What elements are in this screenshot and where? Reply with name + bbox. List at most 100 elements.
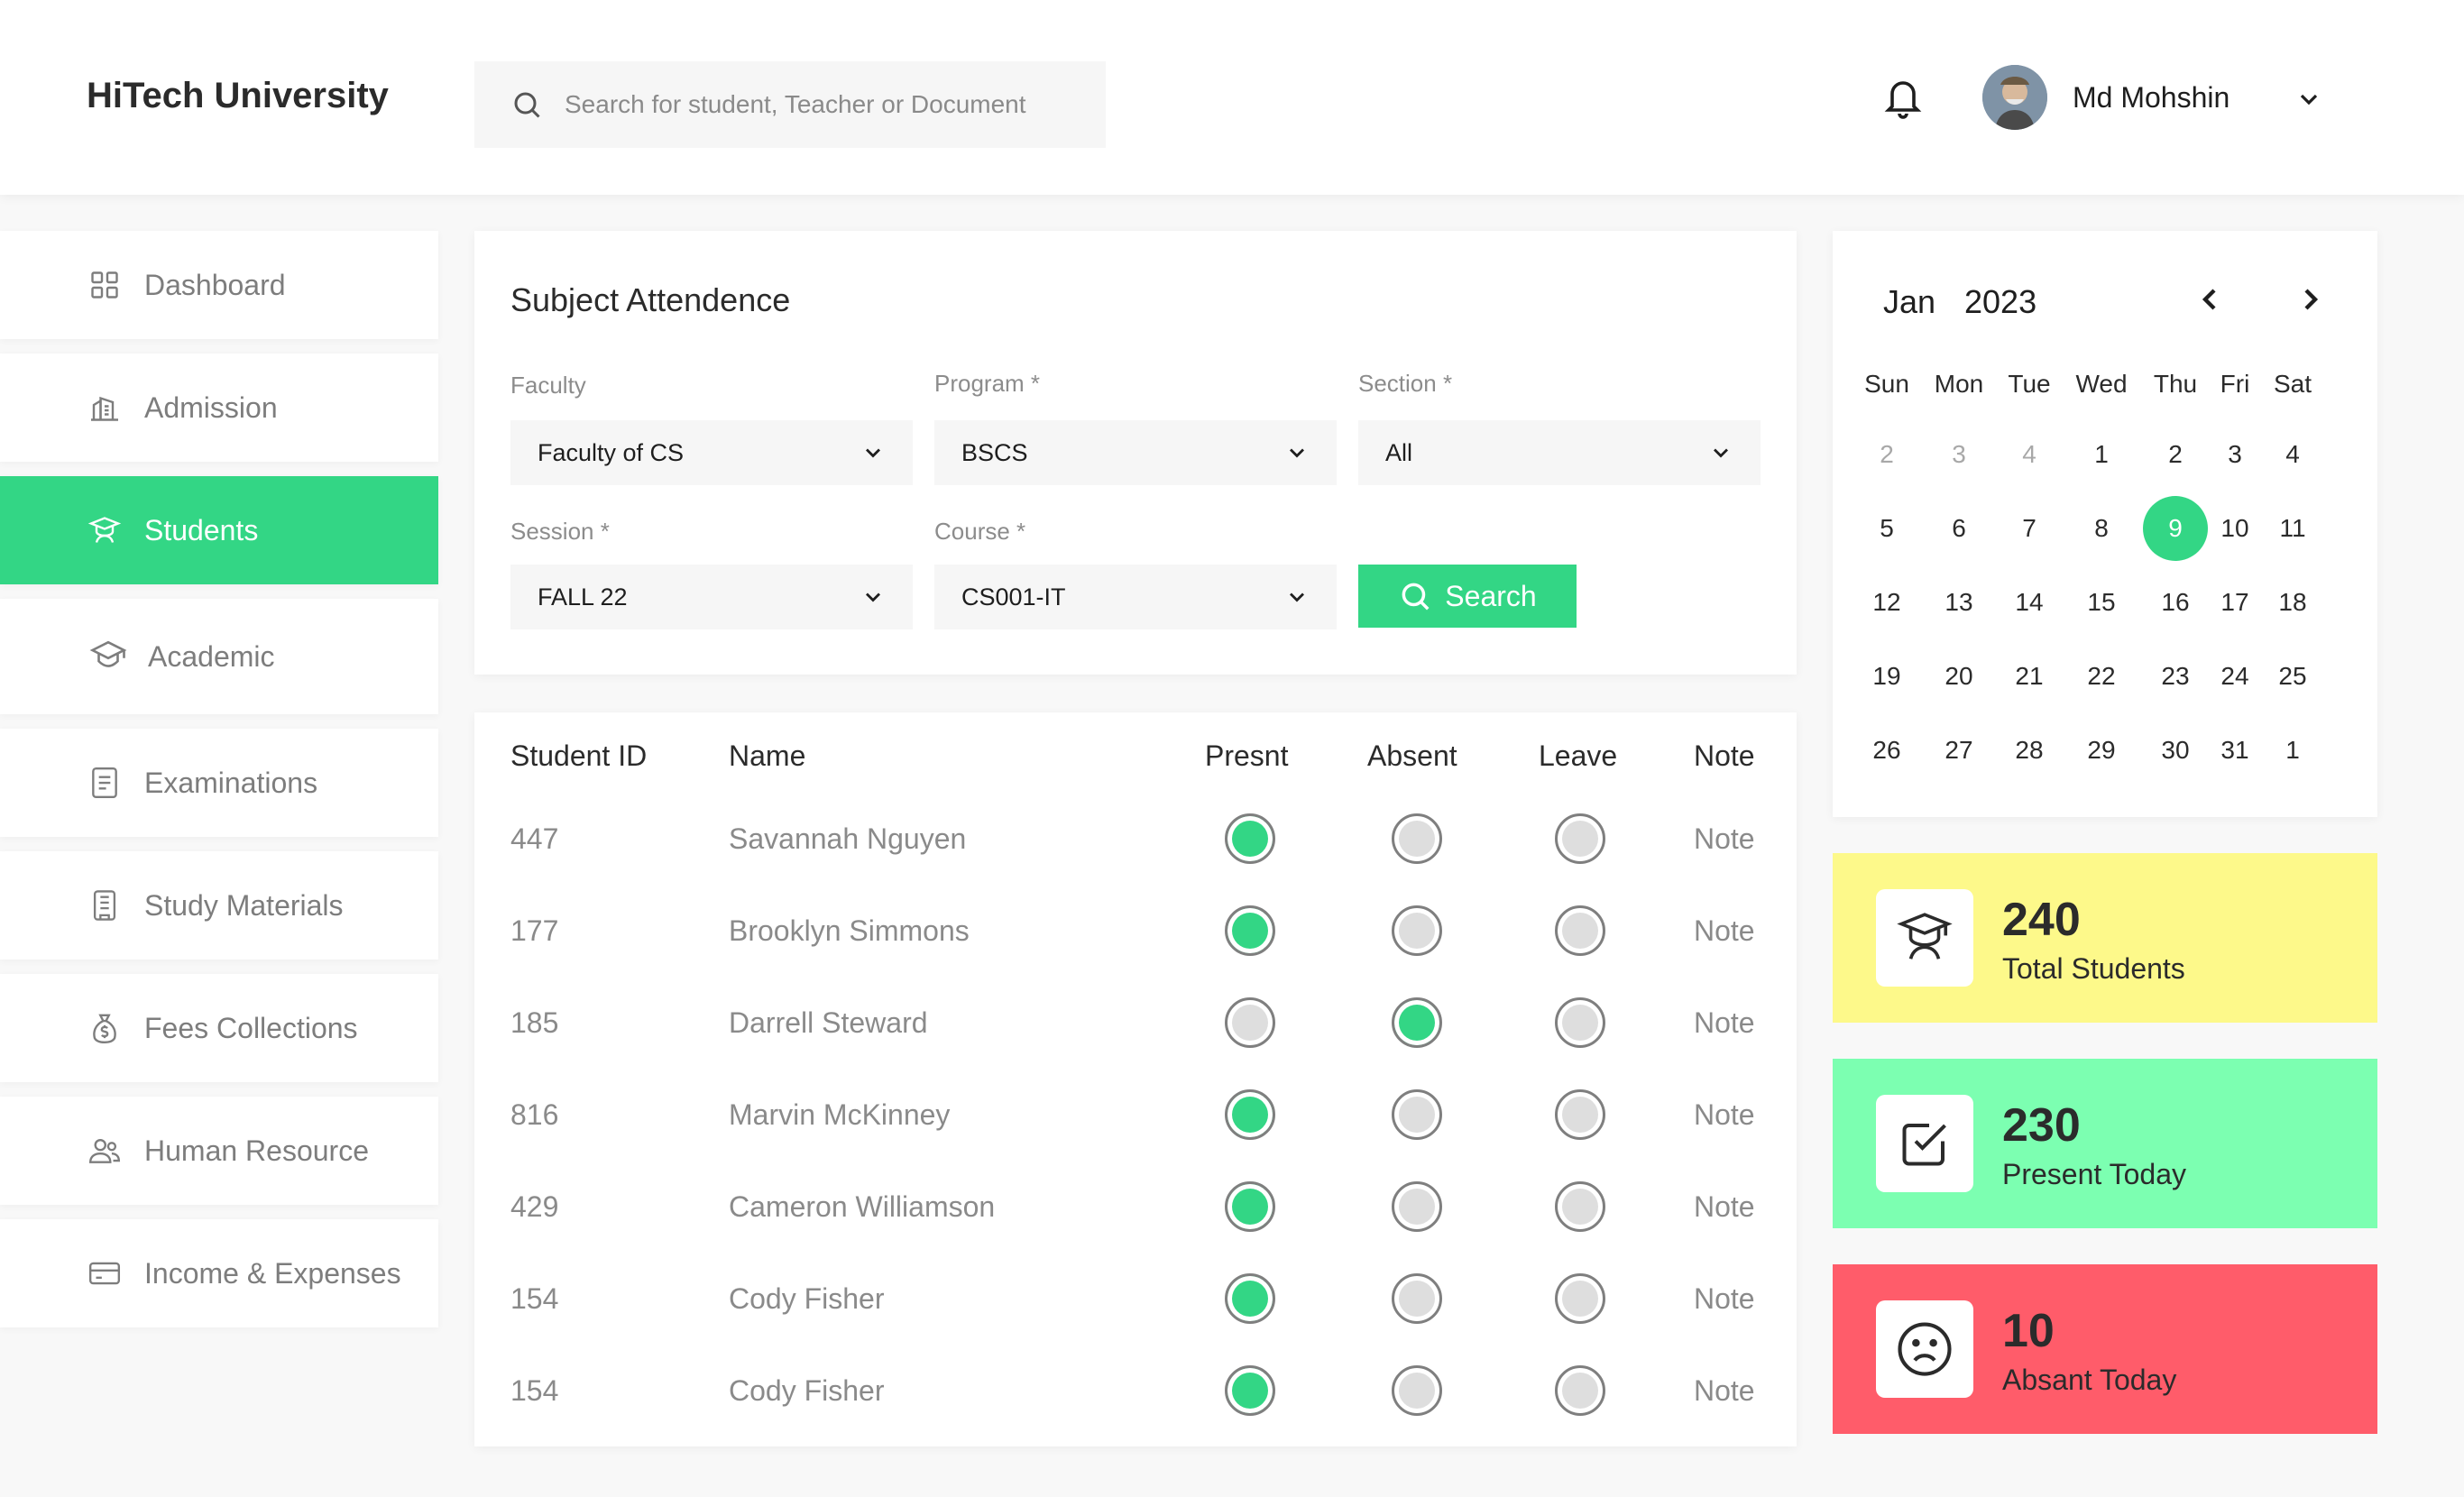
chevron-down-icon[interactable] [2294, 85, 2323, 114]
calendar-day[interactable]: 20 [1930, 647, 1988, 705]
sidebar-item-dashboard[interactable]: Dashboard [0, 231, 438, 339]
absent-radio[interactable] [1392, 1365, 1442, 1416]
calendar-day[interactable]: 22 [2073, 647, 2130, 705]
calendar-day[interactable]: 21 [2000, 647, 2058, 705]
table-row: 429 Cameron Williamson Note [474, 1181, 1797, 1244]
absent-radio[interactable] [1392, 905, 1442, 956]
calendar-day[interactable]: 1 [2264, 721, 2321, 779]
calendar-day[interactable]: 5 [1858, 500, 1916, 557]
calendar-day[interactable]: 25 [2264, 647, 2321, 705]
sidebar-item-income-expenses[interactable]: Income & Expenses [0, 1219, 438, 1327]
weekday-label: Fri [2220, 370, 2250, 398]
user-name[interactable]: Md Mohshin [2073, 81, 2230, 115]
search-input[interactable] [565, 90, 1070, 119]
sidebar-item-human-resource[interactable]: Human Resource [0, 1097, 438, 1205]
sidebar-item-students[interactable]: Students [0, 476, 438, 584]
sidebar-item-admission[interactable]: Admission [0, 354, 438, 462]
present-radio[interactable] [1225, 1181, 1275, 1232]
absent-radio[interactable] [1392, 1089, 1442, 1140]
calendar-day[interactable]: 2 [2147, 426, 2204, 483]
calendar-day[interactable]: 14 [2000, 574, 2058, 631]
present-radio[interactable] [1225, 1365, 1275, 1416]
calendar-day[interactable]: 10 [2206, 500, 2264, 557]
calendar-day[interactable]: 6 [1930, 500, 1988, 557]
note-link[interactable]: Note [1694, 1098, 1755, 1132]
calendar-day[interactable]: 4 [2000, 426, 2058, 483]
calendar-day[interactable]: 8 [2073, 500, 2130, 557]
table-row: 816 Marvin McKinney Note [474, 1089, 1797, 1153]
calendar-day[interactable]: 11 [2264, 500, 2321, 557]
sidebar-item-academic[interactable]: Academic [0, 599, 438, 714]
calendar-day[interactable]: 1 [2073, 426, 2130, 483]
present-radio[interactable] [1225, 905, 1275, 956]
calendar-day[interactable]: 15 [2073, 574, 2130, 631]
present-radio[interactable] [1225, 1273, 1275, 1324]
column-header-leave: Leave [1539, 739, 1618, 772]
section-select[interactable]: All [1358, 420, 1761, 485]
leave-radio[interactable] [1555, 997, 1605, 1048]
sidebar-item-fees-collections[interactable]: Fees Collections [0, 974, 438, 1082]
note-link[interactable]: Note [1694, 914, 1755, 948]
leave-radio[interactable] [1555, 1089, 1605, 1140]
calendar-day[interactable]: 24 [2206, 647, 2264, 705]
student-id: 447 [510, 822, 559, 855]
note-link[interactable]: Note [1694, 1374, 1755, 1408]
student-name: Cody Fisher [729, 1282, 885, 1315]
absent-radio[interactable] [1392, 1181, 1442, 1232]
faculty-select[interactable]: Faculty of CS [510, 420, 913, 485]
calendar-day[interactable]: 29 [2073, 721, 2130, 779]
calendar-day[interactable]: 13 [1930, 574, 1988, 631]
chevron-left-icon[interactable] [2192, 281, 2228, 317]
leave-radio[interactable] [1555, 1273, 1605, 1324]
leave-radio[interactable] [1555, 905, 1605, 956]
note-link[interactable]: Note [1694, 1282, 1755, 1316]
session-select[interactable]: FALL 22 [510, 565, 913, 629]
calendar-day[interactable]: 16 [2147, 574, 2204, 631]
leave-radio[interactable] [1555, 1365, 1605, 1416]
absent-radio[interactable] [1392, 1273, 1442, 1324]
leave-radio[interactable] [1555, 813, 1605, 864]
calendar-day[interactable]: 28 [2000, 721, 2058, 779]
calendar-day[interactable]: 27 [1930, 721, 1988, 779]
calendar-day[interactable]: 12 [1858, 574, 1916, 631]
chevron-right-icon[interactable] [2293, 281, 2329, 317]
table-row: 447 Savannah Nguyen Note [474, 813, 1797, 877]
section-value: All [1385, 438, 1413, 466]
calendar-day[interactable]: 23 [2147, 647, 2204, 705]
note-link[interactable]: Note [1694, 822, 1755, 856]
calendar-day[interactable]: 30 [2147, 721, 2204, 779]
absent-radio[interactable] [1392, 997, 1442, 1048]
note-link[interactable]: Note [1694, 1006, 1755, 1040]
stat-card-present-today: 230 Present Today [1833, 1059, 2377, 1228]
search-bar[interactable] [474, 61, 1106, 148]
calendar-day[interactable]: 3 [1930, 426, 1988, 483]
calendar-day[interactable]: 26 [1858, 721, 1916, 779]
course-select[interactable]: CS001-IT [934, 565, 1337, 629]
calendar-day[interactable]: 4 [2264, 426, 2321, 483]
search-button[interactable]: Search [1358, 565, 1577, 628]
sidebar-item-examinations[interactable]: Examinations [0, 729, 438, 837]
total-students-label: Total Students [2002, 952, 2185, 985]
present-radio[interactable] [1225, 997, 1275, 1048]
avatar[interactable] [1982, 65, 2047, 130]
calendar-day-selected[interactable]: 9 [2143, 496, 2208, 561]
calendar-day[interactable]: 18 [2264, 574, 2321, 631]
present-radio[interactable] [1225, 813, 1275, 864]
calendar-day[interactable]: 3 [2206, 426, 2264, 483]
bell-icon[interactable] [1881, 74, 1925, 121]
leave-radio[interactable] [1555, 1181, 1605, 1232]
calendar-day[interactable]: 2 [1858, 426, 1916, 483]
note-link[interactable]: Note [1694, 1190, 1755, 1224]
calendar-day[interactable]: 31 [2206, 721, 2264, 779]
sidebar-item-study-materials[interactable]: Study Materials [0, 851, 438, 960]
chevron-down-icon [1714, 448, 1728, 458]
present-today-label: Present Today [2002, 1158, 2186, 1190]
absent-radio[interactable] [1392, 813, 1442, 864]
present-radio[interactable] [1225, 1089, 1275, 1140]
program-select[interactable]: BSCS [934, 420, 1337, 485]
calendar-day[interactable]: 17 [2206, 574, 2264, 631]
student-id: 185 [510, 1006, 559, 1039]
calendar-day[interactable]: 7 [2000, 500, 2058, 557]
stat-card-total-students: 240 Total Students [1833, 853, 2377, 1023]
calendar-day[interactable]: 19 [1858, 647, 1916, 705]
